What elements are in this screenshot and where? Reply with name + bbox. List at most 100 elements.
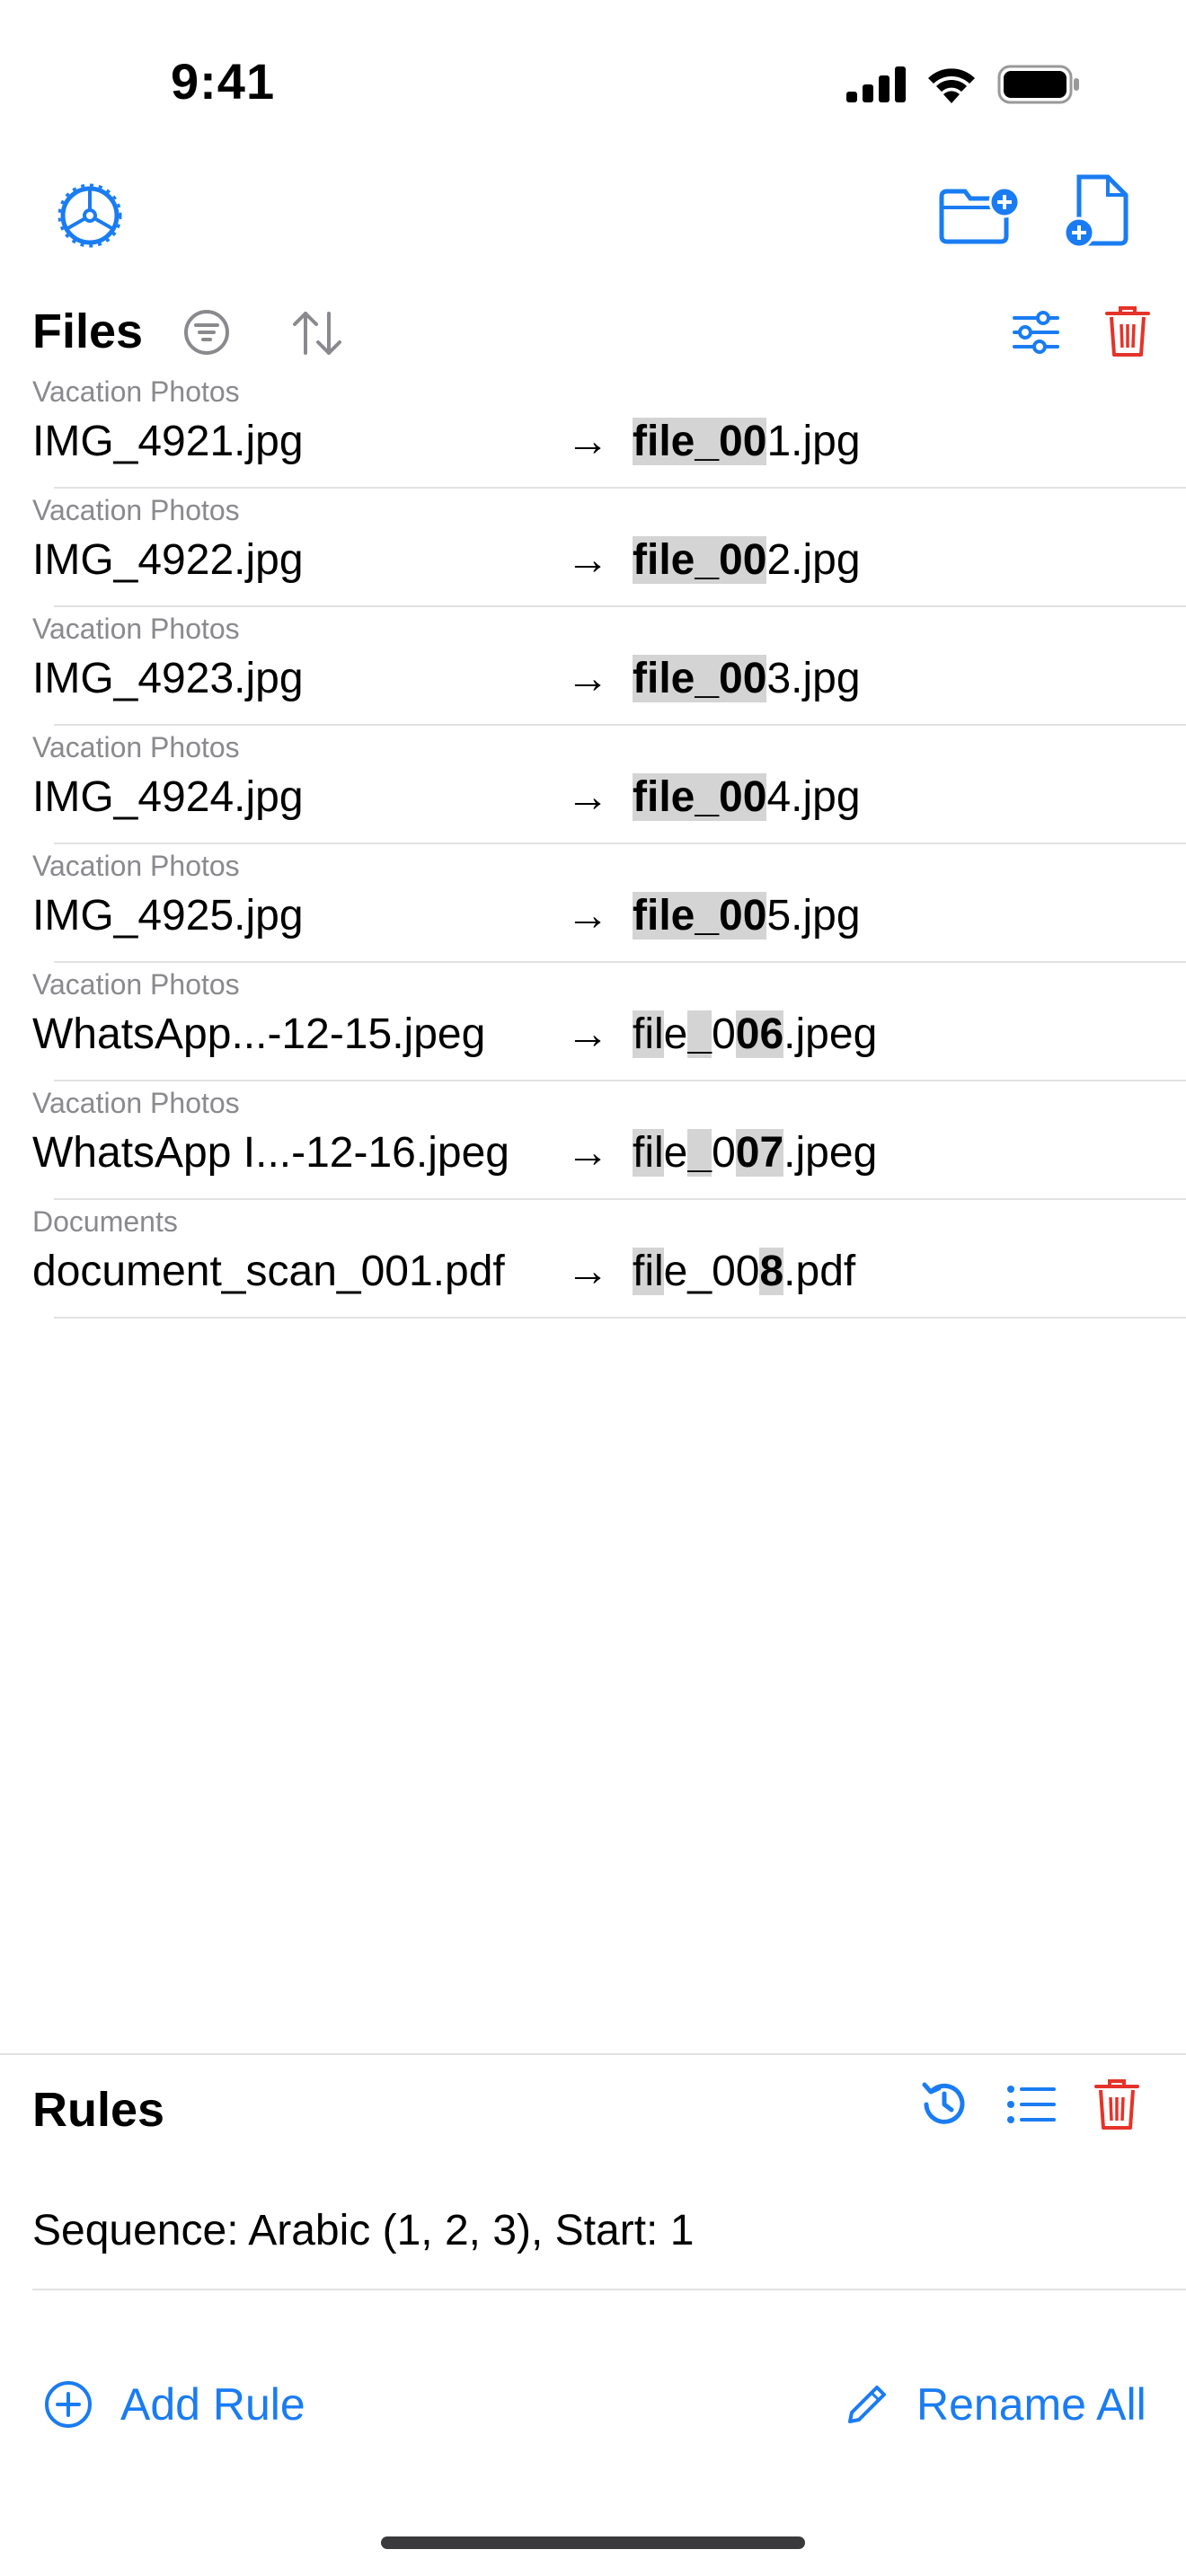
trash-icon	[1105, 306, 1150, 357]
new-filename-highlight: 07	[735, 1129, 784, 1177]
file-row[interactable]: Vacation Photos IMG_4923.jpg → file_003.jpg	[0, 607, 1186, 726]
status-time: 9:41	[171, 53, 276, 110]
rename-all-label: Rename All	[916, 2379, 1146, 2430]
new-filename: file_006.jpeg	[633, 1010, 877, 1059]
file-folder-label: Vacation Photos	[32, 731, 240, 763]
new-filename-highlight: 06	[735, 1010, 784, 1058]
new-filename: file_003.jpg	[633, 654, 861, 703]
file-row[interactable]: Vacation Photos IMG_4925.jpg → file_005.jpg	[0, 844, 1186, 963]
original-filename: IMG_4922.jpg	[32, 536, 304, 584]
new-filename-highlight: file_00	[633, 773, 767, 821]
file-folder-label: Vacation Photos	[32, 1087, 240, 1119]
arrow-right-icon: →	[566, 1248, 609, 1295]
new-filename-highlight: _	[687, 1010, 712, 1058]
add-file-button[interactable]	[1057, 171, 1137, 251]
original-filename: IMG_4921.jpg	[32, 418, 304, 465]
file-row[interactable]: Vacation Photos IMG_4924.jpg → file_004.jpg	[0, 726, 1186, 844]
file-folder-label: Vacation Photos	[32, 613, 240, 645]
original-filename: IMG_4925.jpg	[32, 892, 304, 940]
new-filename: file_005.jpg	[633, 891, 861, 940]
rule-divider	[32, 2289, 1186, 2290]
arrow-right-icon: →	[566, 773, 609, 821]
home-indicator	[381, 2536, 805, 2549]
rule-item[interactable]: Sequence: Arabic (1, 2, 3), Start: 1	[32, 2206, 694, 2255]
new-filename: file_002.jpg	[633, 535, 861, 585]
file-folder-label: Vacation Photos	[32, 494, 240, 526]
file-list: Vacation Photos IMG_4921.jpg → file_001.jpg…	[0, 370, 1186, 1319]
arrow-right-icon: →	[566, 655, 609, 702]
sort-button[interactable]	[286, 302, 349, 365]
new-filename-highlight: file_00	[633, 655, 767, 702]
filter-button[interactable]	[180, 305, 234, 359]
file-row[interactable]: Vacation Photos IMG_4921.jpg → file_001.jpg	[0, 370, 1186, 489]
arrow-right-icon: →	[566, 418, 609, 465]
files-title: Files	[32, 304, 144, 358]
new-filename-highlight: file_00	[633, 536, 767, 584]
arrow-right-icon: →	[566, 1010, 609, 1058]
add-folder-button[interactable]	[934, 180, 1024, 251]
document-add-icon	[1063, 174, 1128, 249]
new-filename: file_004.jpg	[633, 772, 861, 822]
original-filename: IMG_4924.jpg	[32, 773, 304, 821]
arrow-right-icon: →	[566, 892, 609, 940]
new-filename-highlight: _	[687, 1129, 712, 1177]
new-filename-segment: e	[663, 1010, 688, 1058]
status-bar: 9:41	[0, 0, 1186, 171]
original-filename: WhatsApp...-12-15.jpeg	[32, 1010, 486, 1058]
clear-rules-button[interactable]	[1087, 2073, 1146, 2136]
sort-arrows-icon	[293, 312, 341, 355]
new-filename-segment: e_00	[663, 1248, 760, 1295]
new-filename: file_007.jpeg	[633, 1128, 877, 1178]
folder-add-icon	[939, 186, 1021, 244]
new-filename-segment: 1.jpg	[766, 418, 861, 465]
new-filename-segment: e	[663, 1129, 688, 1177]
new-filename-highlight: fil	[633, 1010, 664, 1058]
file-folder-label: Documents	[32, 1205, 178, 1238]
adjust-settings-button[interactable]	[1006, 305, 1066, 359]
file-row[interactable]: Documents document_scan_001.pdf → file_008.…	[0, 1200, 1186, 1319]
new-filename-highlight: fil	[633, 1129, 664, 1177]
new-filename-segment: 0	[712, 1129, 736, 1177]
plus-circle-icon	[45, 2381, 92, 2428]
rules-panel: Rules Sequence: Arabic (1, 2, 3), Start:…	[0, 2053, 1186, 2576]
original-filename: IMG_4923.jpg	[32, 655, 304, 702]
steering-wheel-icon	[58, 183, 122, 248]
new-filename-segment: .jpeg	[783, 1010, 878, 1058]
file-folder-label: Vacation Photos	[32, 850, 240, 882]
new-filename-highlight: 8	[759, 1248, 784, 1295]
new-filename-segment: .pdf	[783, 1248, 856, 1295]
new-filename-highlight: file_00	[633, 418, 767, 465]
new-filename-segment: 4.jpg	[766, 773, 861, 821]
history-button[interactable]	[913, 2073, 976, 2136]
history-clock-icon	[922, 2082, 965, 2124]
pencil-icon	[848, 2386, 886, 2423]
clear-files-button[interactable]	[1098, 300, 1157, 363]
trash-icon	[1094, 2079, 1139, 2130]
add-rule-button[interactable]: Add Rule	[43, 2378, 305, 2430]
settings-button[interactable]	[54, 180, 126, 251]
new-filename-segment: 5.jpg	[766, 892, 861, 940]
new-filename-segment: .jpeg	[783, 1129, 878, 1177]
file-row[interactable]: Vacation Photos WhatsApp...-12-15.jpeg → fi…	[0, 963, 1186, 1081]
file-row[interactable]: Vacation Photos WhatsApp I...-12-16.jpeg →…	[0, 1081, 1186, 1200]
wifi-icon	[928, 68, 975, 103]
filter-circle-icon	[184, 310, 229, 355]
rule-list-button[interactable]	[999, 2073, 1062, 2136]
new-filename: file_001.jpg	[633, 417, 861, 466]
add-rule-label: Add Rule	[120, 2379, 305, 2430]
new-filename-highlight: file_00	[633, 892, 767, 940]
arrow-right-icon: →	[566, 536, 609, 584]
rename-all-button[interactable]: Rename All	[845, 2378, 1146, 2430]
file-row[interactable]: Vacation Photos IMG_4922.jpg → file_002.jpg	[0, 489, 1186, 607]
file-folder-label: Vacation Photos	[32, 375, 240, 408]
new-filename-highlight: fil	[633, 1248, 664, 1295]
new-filename-segment: 0	[712, 1010, 736, 1058]
new-filename: file_008.pdf	[633, 1247, 855, 1296]
new-filename-segment: 3.jpg	[766, 655, 861, 702]
battery-icon	[997, 65, 1079, 104]
cellular-signal-icon	[846, 66, 906, 102]
top-toolbar	[0, 171, 1186, 278]
sliders-icon	[1013, 311, 1059, 354]
original-filename: WhatsApp I...-12-16.jpeg	[32, 1129, 509, 1177]
list-bullet-icon	[1007, 2086, 1056, 2123]
